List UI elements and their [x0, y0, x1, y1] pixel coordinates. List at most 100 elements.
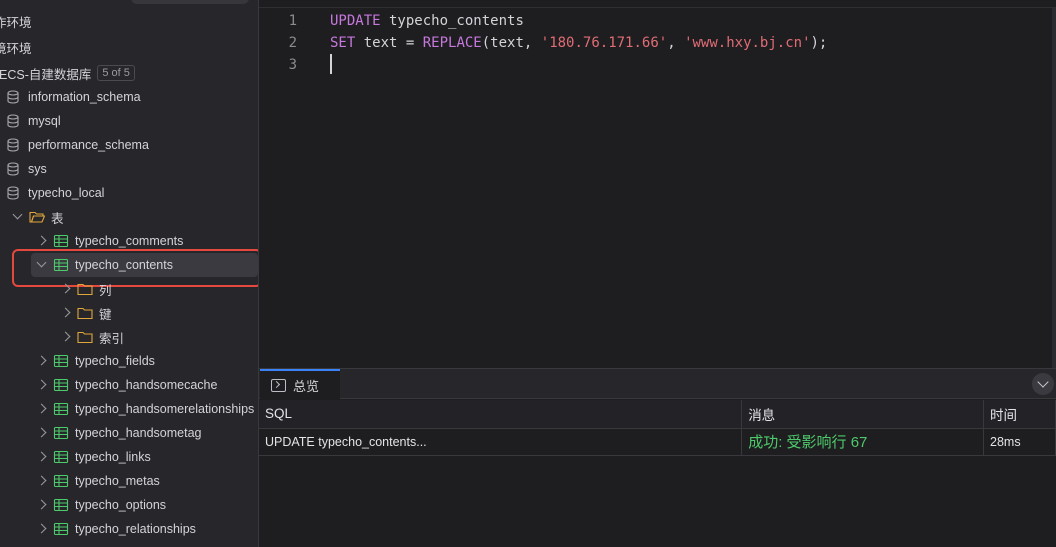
folder-icon	[77, 307, 93, 320]
table-label: typecho_links	[75, 450, 151, 464]
table-label: typecho_handsomerelationships	[75, 402, 255, 416]
table-item[interactable]: typecho_handsomerelationships	[35, 397, 254, 421]
chevron-right-icon[interactable]	[35, 474, 49, 488]
column-header-time[interactable]: 时间	[983, 400, 1056, 429]
group-label: 境环境	[0, 41, 32, 56]
text-cursor	[330, 54, 332, 74]
database-icon	[7, 162, 19, 176]
sidebar-search-box[interactable]	[131, 0, 249, 4]
sql-keyword: SET	[330, 35, 356, 51]
tab-overview[interactable]: 总览	[260, 369, 340, 399]
connection-label: ECS-自建数据库	[0, 67, 92, 82]
group-item[interactable]: 作环境	[0, 9, 32, 33]
table-item[interactable]: typecho_options	[35, 493, 166, 517]
sql-text: );	[810, 35, 828, 51]
sql-text: (text,	[481, 35, 541, 51]
chevron-right-icon[interactable]	[35, 450, 49, 464]
cell-message[interactable]: 成功: 受影响行 67	[741, 428, 984, 456]
connection-item[interactable]: ECS-自建数据库 5 of 5	[0, 61, 135, 85]
chevron-right-icon[interactable]	[35, 426, 49, 440]
terminal-icon	[271, 378, 286, 392]
table-icon	[53, 450, 69, 464]
database-label: performance_schema	[28, 138, 149, 152]
table-row[interactable]: UPDATE typecho_contents... 成功: 受影响行 67 2…	[259, 428, 1056, 456]
line-number: 2	[288, 35, 297, 51]
table-item[interactable]: typecho_handsomecache	[35, 373, 217, 397]
keys-folder[interactable]: 键	[59, 301, 112, 325]
folder-icon	[77, 283, 93, 296]
table-label: typecho_handsomecache	[75, 378, 218, 392]
chevron-right-icon[interactable]	[59, 330, 73, 344]
highlight-annotation-box	[12, 249, 258, 287]
table-header-row: SQL 消息 时间	[259, 400, 1056, 429]
database-label: mysql	[28, 114, 61, 128]
chevron-right-icon[interactable]	[35, 498, 49, 512]
sql-function: REPLACE	[422, 35, 482, 51]
table-item[interactable]: typecho_handsometag	[35, 421, 201, 445]
editor-top-border	[259, 0, 1056, 8]
sql-text: typecho_contents	[380, 13, 524, 29]
sql-keyword: UPDATE	[330, 13, 381, 29]
table-icon	[53, 234, 69, 248]
database-item[interactable]: sys	[6, 157, 47, 181]
database-item[interactable]: performance_schema	[6, 133, 149, 157]
sql-string: 'www.hxy.bj.cn'	[684, 35, 811, 51]
chevron-right-icon[interactable]	[59, 282, 73, 296]
table-item[interactable]: typecho_relationships	[35, 517, 196, 541]
table-icon	[53, 522, 69, 536]
chevron-right-icon[interactable]	[35, 378, 49, 392]
collapse-panel-button[interactable]	[1032, 373, 1054, 395]
chevron-right-icon[interactable]	[59, 306, 73, 320]
code-line: 2 SET text = REPLACE(text, '180.76.171.6…	[259, 32, 828, 54]
database-label: typecho_local	[28, 186, 105, 200]
table-label: typecho_fields	[75, 354, 155, 368]
column-header-message[interactable]: 消息	[741, 400, 984, 429]
tables-folder[interactable]: 表	[11, 205, 64, 229]
table-icon	[53, 402, 69, 416]
table-label: typecho_relationships	[75, 522, 196, 536]
connection-count-badge: 5 of 5	[97, 65, 135, 81]
database-item[interactable]: information_schema	[6, 85, 141, 109]
folder-label: 索引	[99, 331, 125, 346]
sql-text: ,	[667, 35, 685, 51]
database-item[interactable]: mysql	[6, 109, 61, 133]
sql-string: '180.76.171.66'	[540, 35, 668, 51]
group-label: 作环境	[0, 15, 32, 30]
chevron-right-icon[interactable]	[35, 402, 49, 416]
table-icon	[53, 498, 69, 512]
chevron-right-icon[interactable]	[35, 522, 49, 536]
database-icon	[7, 186, 19, 200]
chevron-right-icon[interactable]	[35, 234, 49, 248]
chevron-down-icon[interactable]	[11, 210, 25, 224]
columns-folder[interactable]: 列	[59, 277, 112, 301]
database-item-expanded[interactable]: typecho_local	[6, 181, 104, 205]
line-number: 3	[288, 57, 297, 73]
cell-sql[interactable]: UPDATE typecho_contents...	[259, 428, 743, 456]
results-panel: 总览 SQL 消息 时间 UPDATE typecho_contents... …	[259, 368, 1056, 547]
indexes-folder[interactable]: 索引	[59, 325, 124, 349]
code-line: 1 UPDATE typecho_contents	[259, 10, 524, 32]
sql-text: text =	[355, 35, 423, 51]
folder-open-icon	[29, 211, 45, 223]
table-item[interactable]: typecho_metas	[35, 469, 160, 493]
sql-editor[interactable]: 1 UPDATE typecho_contents 2 SET text = R…	[259, 0, 1056, 368]
table-item[interactable]: typecho_links	[35, 445, 151, 469]
table-label: typecho_metas	[75, 474, 160, 488]
table-item[interactable]: typecho_fields	[35, 349, 155, 373]
tables-folder-label: 表	[51, 211, 64, 226]
group-item[interactable]: 境环境	[0, 35, 32, 59]
database-icon	[7, 90, 19, 104]
database-icon	[7, 114, 19, 128]
results-table: SQL 消息 时间 UPDATE typecho_contents... 成功:…	[259, 400, 1056, 456]
folder-icon	[77, 331, 93, 344]
cell-time[interactable]: 28ms	[983, 428, 1056, 456]
editor-scrollbar[interactable]	[1052, 8, 1056, 368]
chevron-right-icon[interactable]	[35, 354, 49, 368]
database-label: information_schema	[28, 90, 141, 104]
folder-label: 列	[99, 283, 112, 298]
column-header-sql[interactable]: SQL	[259, 400, 743, 429]
line-number: 1	[288, 13, 297, 29]
folder-label: 键	[99, 307, 112, 322]
database-icon	[7, 138, 19, 152]
navigator-sidebar: 作环境 境环境 ECS-自建数据库 5 of 5 information_sch…	[0, 0, 259, 547]
